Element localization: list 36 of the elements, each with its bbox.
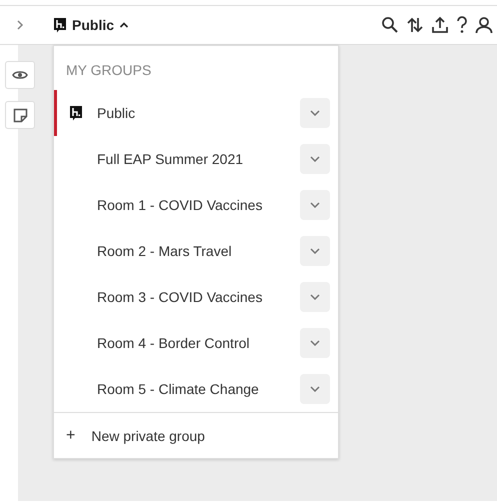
group-item[interactable]: Room 5 - Climate Change	[54, 366, 338, 412]
chevron-down-icon	[310, 110, 320, 116]
user-icon[interactable]	[475, 16, 493, 34]
group-item[interactable]: Room 2 - Mars Travel	[54, 228, 338, 274]
expand-sidebar-icon[interactable]	[16, 19, 24, 31]
chevron-down-icon	[310, 248, 320, 254]
group-options-button[interactable]	[300, 236, 330, 266]
menu-heading: MY GROUPS	[65, 61, 152, 80]
group-options-button[interactable]	[300, 328, 330, 358]
group-options-button[interactable]	[300, 374, 330, 404]
group-options-button[interactable]	[300, 282, 330, 312]
note-icon	[12, 108, 28, 122]
share-icon[interactable]	[431, 16, 449, 34]
group-item[interactable]: Room 1 - COVID Vaccines	[54, 182, 338, 228]
group-selector[interactable]: Public	[53, 17, 130, 33]
new-note-button[interactable]	[5, 101, 35, 129]
group-item[interactable]: Public	[54, 90, 338, 136]
chevron-down-icon	[310, 202, 320, 208]
group-options-button[interactable]	[300, 144, 330, 174]
group-item[interactable]: Room 4 - Border Control	[54, 320, 338, 366]
show-highlights-button[interactable]	[5, 61, 35, 89]
group-item[interactable]: Full EAP Summer 2021	[54, 136, 338, 182]
help-icon[interactable]	[456, 16, 468, 34]
logo-icon	[53, 17, 67, 33]
eye-icon	[12, 69, 28, 81]
search-icon[interactable]	[381, 16, 399, 34]
group-item[interactable]: Room 3 - COVID Vaccines	[54, 274, 338, 320]
sort-icon[interactable]	[406, 16, 424, 34]
plus-icon: +	[66, 426, 76, 444]
chevron-down-icon	[310, 340, 320, 346]
group-options-button[interactable]	[300, 190, 330, 220]
new-private-group-item[interactable]: + New private group	[54, 412, 338, 458]
chevron-down-icon	[310, 294, 320, 300]
chevron-down-icon	[310, 156, 320, 162]
chevron-down-icon	[310, 386, 320, 392]
group-options-button[interactable]	[300, 98, 330, 128]
